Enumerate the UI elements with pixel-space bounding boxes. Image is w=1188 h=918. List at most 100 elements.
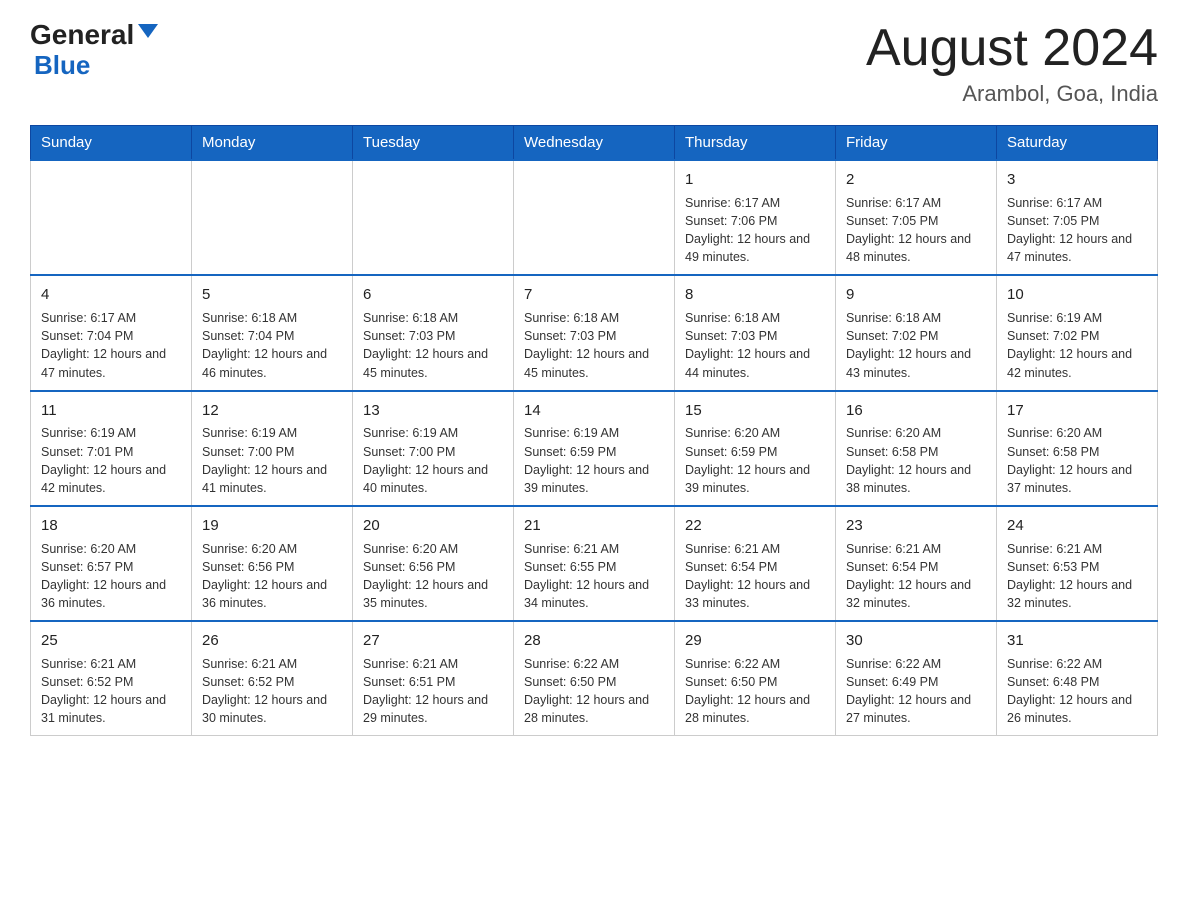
logo-general: General — [30, 20, 134, 51]
weekday-header-saturday: Saturday — [997, 126, 1158, 161]
calendar-week-3: 11Sunrise: 6:19 AM Sunset: 7:01 PM Dayli… — [31, 391, 1158, 506]
calendar-cell: 7 Sunrise: 6:18 AM Sunset: 7:03 PM Daylig… — [514, 275, 675, 390]
day-info: Sunrise: 6:19 AM Sunset: 7:00 PM Dayligh… — [363, 424, 503, 497]
calendar-cell: 8 Sunrise: 6:18 AM Sunset: 7:03 PM Daylig… — [675, 275, 836, 390]
day-number: 30 — [846, 630, 986, 652]
calendar-cell: 14Sunrise: 6:19 AM Sunset: 6:59 PM Dayli… — [514, 391, 675, 506]
day-info: Sunrise: 6:17 AM Sunset: 7:06 PM Dayligh… — [685, 194, 825, 267]
day-info: Sunrise: 6:22 AM Sunset: 6:50 PM Dayligh… — [524, 655, 664, 728]
day-number: 2 — [846, 169, 986, 191]
calendar-week-1: 1 Sunrise: 6:17 AM Sunset: 7:06 PM Daylig… — [31, 160, 1158, 275]
month-title: August 2024 — [866, 20, 1158, 77]
calendar-cell: 28 Sunrise: 6:22 AM Sunset: 6:50 PM Dayli… — [514, 621, 675, 736]
logo-blue: Blue — [34, 50, 90, 80]
day-number: 9 — [846, 284, 986, 306]
calendar-cell: 5 Sunrise: 6:18 AM Sunset: 7:04 PM Daylig… — [192, 275, 353, 390]
day-number: 21 — [524, 515, 664, 537]
day-info: Sunrise: 6:20 AM Sunset: 6:59 PM Dayligh… — [685, 424, 825, 497]
weekday-header-row: SundayMondayTuesdayWednesdayThursdayFrid… — [31, 126, 1158, 161]
weekday-header-wednesday: Wednesday — [514, 126, 675, 161]
calendar-cell: 6 Sunrise: 6:18 AM Sunset: 7:03 PM Daylig… — [353, 275, 514, 390]
day-info: Sunrise: 6:20 AM Sunset: 6:58 PM Dayligh… — [846, 424, 986, 497]
calendar-cell: 27 Sunrise: 6:21 AM Sunset: 6:51 PM Dayli… — [353, 621, 514, 736]
title-section: August 2024 Arambol, Goa, India — [866, 20, 1158, 107]
calendar-cell: 22 Sunrise: 6:21 AM Sunset: 6:54 PM Dayli… — [675, 506, 836, 621]
day-info: Sunrise: 6:21 AM Sunset: 6:54 PM Dayligh… — [846, 540, 986, 613]
calendar-cell: 21 Sunrise: 6:21 AM Sunset: 6:55 PM Dayli… — [514, 506, 675, 621]
day-info: Sunrise: 6:22 AM Sunset: 6:49 PM Dayligh… — [846, 655, 986, 728]
day-number: 28 — [524, 630, 664, 652]
weekday-header-sunday: Sunday — [31, 126, 192, 161]
day-info: Sunrise: 6:18 AM Sunset: 7:03 PM Dayligh… — [685, 309, 825, 382]
calendar-cell: 11Sunrise: 6:19 AM Sunset: 7:01 PM Dayli… — [31, 391, 192, 506]
day-number: 25 — [41, 630, 181, 652]
day-number: 11 — [41, 400, 181, 422]
calendar-cell: 2 Sunrise: 6:17 AM Sunset: 7:05 PM Daylig… — [836, 160, 997, 275]
calendar-cell: 23 Sunrise: 6:21 AM Sunset: 6:54 PM Dayli… — [836, 506, 997, 621]
day-number: 8 — [685, 284, 825, 306]
logo: General Blue — [30, 20, 158, 79]
calendar-cell: 13Sunrise: 6:19 AM Sunset: 7:00 PM Dayli… — [353, 391, 514, 506]
calendar-cell: 30 Sunrise: 6:22 AM Sunset: 6:49 PM Dayli… — [836, 621, 997, 736]
calendar-cell — [353, 160, 514, 275]
calendar-cell: 4Sunrise: 6:17 AM Sunset: 7:04 PM Daylig… — [31, 275, 192, 390]
calendar-cell: 17Sunrise: 6:20 AM Sunset: 6:58 PM Dayli… — [997, 391, 1158, 506]
calendar-cell: 26Sunrise: 6:21 AM Sunset: 6:52 PM Dayli… — [192, 621, 353, 736]
day-info: Sunrise: 6:17 AM Sunset: 7:05 PM Dayligh… — [1007, 194, 1147, 267]
day-number: 12 — [202, 400, 342, 422]
calendar-table: SundayMondayTuesdayWednesdayThursdayFrid… — [30, 125, 1158, 736]
weekday-header-tuesday: Tuesday — [353, 126, 514, 161]
day-number: 22 — [685, 515, 825, 537]
day-number: 7 — [524, 284, 664, 306]
day-number: 13 — [363, 400, 503, 422]
day-info: Sunrise: 6:21 AM Sunset: 6:53 PM Dayligh… — [1007, 540, 1147, 613]
day-number: 6 — [363, 284, 503, 306]
day-info: Sunrise: 6:21 AM Sunset: 6:55 PM Dayligh… — [524, 540, 664, 613]
calendar-cell: 12Sunrise: 6:19 AM Sunset: 7:00 PM Dayli… — [192, 391, 353, 506]
calendar-cell — [514, 160, 675, 275]
day-info: Sunrise: 6:22 AM Sunset: 6:48 PM Dayligh… — [1007, 655, 1147, 728]
day-info: Sunrise: 6:18 AM Sunset: 7:02 PM Dayligh… — [846, 309, 986, 382]
calendar-cell: 10Sunrise: 6:19 AM Sunset: 7:02 PM Dayli… — [997, 275, 1158, 390]
day-info: Sunrise: 6:18 AM Sunset: 7:03 PM Dayligh… — [363, 309, 503, 382]
weekday-header-thursday: Thursday — [675, 126, 836, 161]
day-info: Sunrise: 6:22 AM Sunset: 6:50 PM Dayligh… — [685, 655, 825, 728]
day-number: 23 — [846, 515, 986, 537]
day-number: 5 — [202, 284, 342, 306]
day-info: Sunrise: 6:18 AM Sunset: 7:03 PM Dayligh… — [524, 309, 664, 382]
calendar-cell — [31, 160, 192, 275]
calendar-cell: 9 Sunrise: 6:18 AM Sunset: 7:02 PM Daylig… — [836, 275, 997, 390]
calendar-cell: 25 Sunrise: 6:21 AM Sunset: 6:52 PM Dayli… — [31, 621, 192, 736]
calendar-cell: 16Sunrise: 6:20 AM Sunset: 6:58 PM Dayli… — [836, 391, 997, 506]
day-info: Sunrise: 6:21 AM Sunset: 6:52 PM Dayligh… — [41, 655, 181, 728]
location: Arambol, Goa, India — [866, 81, 1158, 107]
day-number: 3 — [1007, 169, 1147, 191]
day-number: 18 — [41, 515, 181, 537]
day-info: Sunrise: 6:21 AM Sunset: 6:54 PM Dayligh… — [685, 540, 825, 613]
day-info: Sunrise: 6:20 AM Sunset: 6:56 PM Dayligh… — [202, 540, 342, 613]
day-number: 27 — [363, 630, 503, 652]
logo-triangle-icon — [138, 24, 158, 38]
calendar-cell: 15Sunrise: 6:20 AM Sunset: 6:59 PM Dayli… — [675, 391, 836, 506]
day-number: 29 — [685, 630, 825, 652]
day-number: 1 — [685, 169, 825, 191]
calendar-cell: 20Sunrise: 6:20 AM Sunset: 6:56 PM Dayli… — [353, 506, 514, 621]
calendar-cell: 18 Sunrise: 6:20 AM Sunset: 6:57 PM Dayli… — [31, 506, 192, 621]
calendar-cell: 1 Sunrise: 6:17 AM Sunset: 7:06 PM Daylig… — [675, 160, 836, 275]
day-info: Sunrise: 6:20 AM Sunset: 6:57 PM Dayligh… — [41, 540, 181, 613]
page-header: General Blue August 2024 Arambol, Goa, I… — [30, 20, 1158, 107]
day-info: Sunrise: 6:21 AM Sunset: 6:51 PM Dayligh… — [363, 655, 503, 728]
day-info: Sunrise: 6:21 AM Sunset: 6:52 PM Dayligh… — [202, 655, 342, 728]
day-number: 31 — [1007, 630, 1147, 652]
day-info: Sunrise: 6:18 AM Sunset: 7:04 PM Dayligh… — [202, 309, 342, 382]
day-number: 14 — [524, 400, 664, 422]
calendar-cell: 19Sunrise: 6:20 AM Sunset: 6:56 PM Dayli… — [192, 506, 353, 621]
day-info: Sunrise: 6:19 AM Sunset: 7:01 PM Dayligh… — [41, 424, 181, 497]
day-number: 20 — [363, 515, 503, 537]
day-info: Sunrise: 6:17 AM Sunset: 7:05 PM Dayligh… — [846, 194, 986, 267]
weekday-header-monday: Monday — [192, 126, 353, 161]
day-info: Sunrise: 6:19 AM Sunset: 7:00 PM Dayligh… — [202, 424, 342, 497]
calendar-cell: 29 Sunrise: 6:22 AM Sunset: 6:50 PM Dayli… — [675, 621, 836, 736]
weekday-header-friday: Friday — [836, 126, 997, 161]
day-number: 16 — [846, 400, 986, 422]
